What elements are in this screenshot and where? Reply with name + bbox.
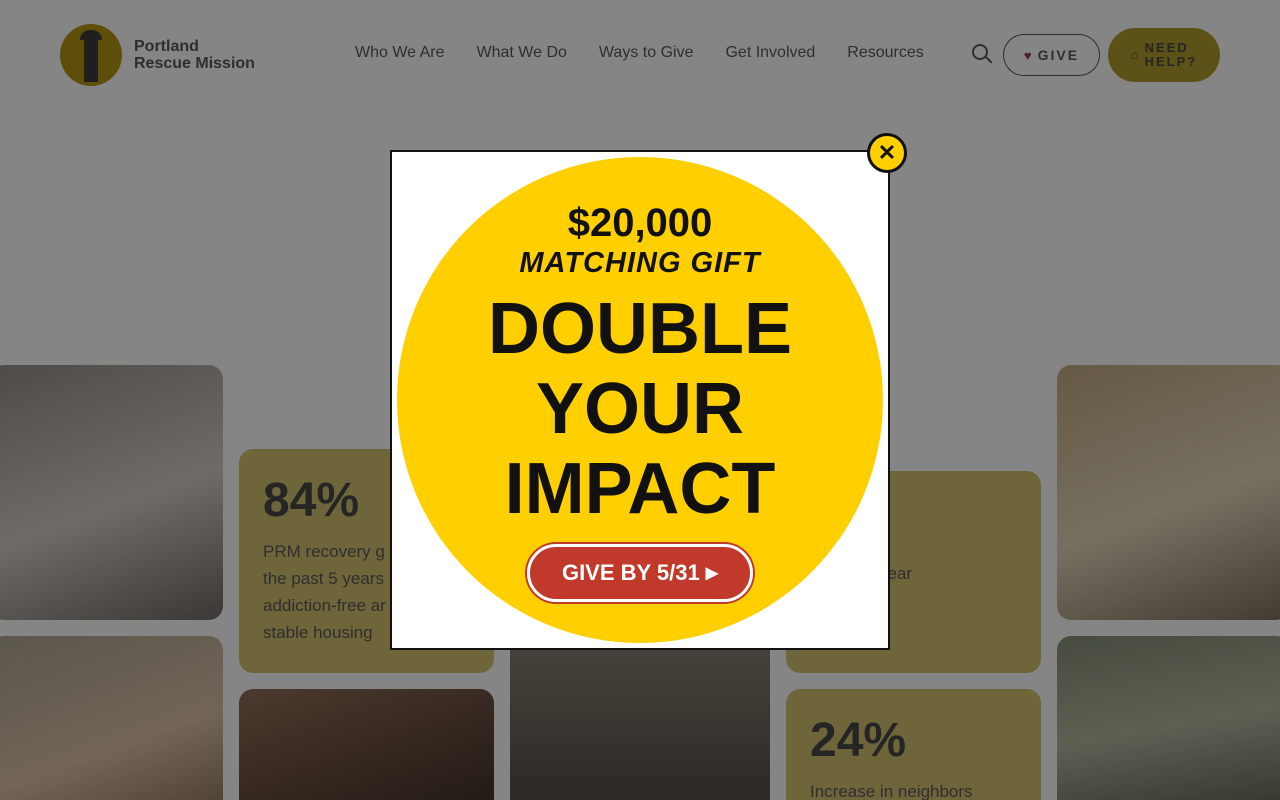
donation-modal: $20,000 MATCHING GIFT DOUBLE YOUR IMPACT… (390, 150, 890, 650)
headline-line: IMPACT (504, 449, 776, 529)
close-icon: ✕ (877, 140, 897, 165)
caret-right-icon: ▶ (705, 565, 719, 582)
modal-yellow-disc: $20,000 MATCHING GIFT DOUBLE YOUR IMPACT… (397, 157, 883, 643)
modal-amount: $20,000 (567, 201, 713, 245)
give-by-button[interactable]: GIVE BY 5/31 ▶ (527, 544, 753, 602)
headline-line: YOUR (535, 369, 745, 449)
modal-subtitle: MATCHING GIFT (519, 247, 761, 279)
modal-headline: DOUBLE YOUR IMPACT (397, 289, 883, 529)
close-modal-button[interactable]: ✕ (867, 133, 907, 173)
headline-line: DOUBLE (488, 289, 792, 369)
cta-label: GIVE BY 5/31 (561, 560, 700, 585)
